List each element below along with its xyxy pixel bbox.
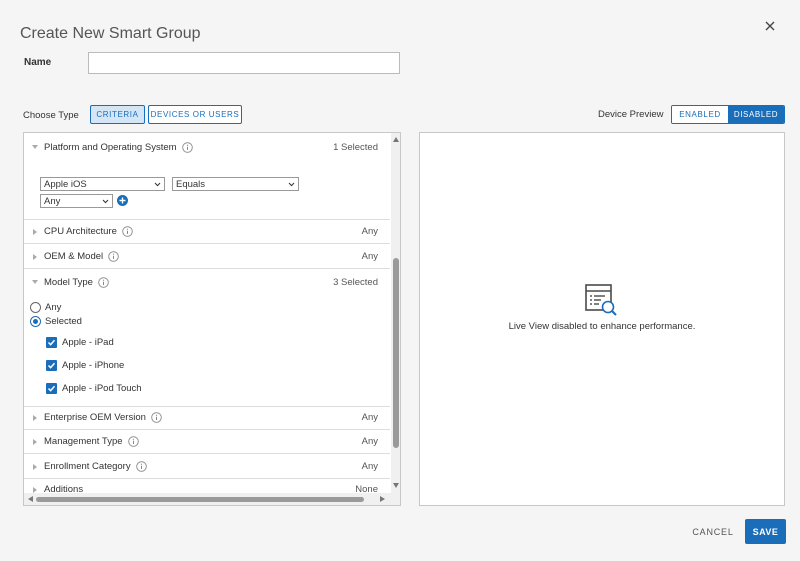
- chevron-right-icon: [33, 228, 37, 235]
- checkbox-ipod-touch[interactable]: Apple - iPod Touch: [46, 383, 142, 394]
- chevron-right-icon: [33, 414, 37, 421]
- scroll-left-icon[interactable]: [28, 496, 33, 502]
- radio-label: Any: [45, 302, 62, 313]
- device-preview-label: Device Preview: [598, 109, 664, 120]
- scroll-right-icon[interactable]: [380, 496, 385, 502]
- operator-select-value: Equals: [176, 178, 206, 190]
- scroll-down-icon[interactable]: [393, 483, 399, 488]
- criteria-label: Management Type: [44, 436, 123, 447]
- os-select[interactable]: Apple iOS: [40, 177, 165, 191]
- info-icon[interactable]: [127, 436, 139, 447]
- name-label: Name: [24, 57, 52, 68]
- radio-button[interactable]: [30, 316, 41, 327]
- check-icon: [47, 362, 56, 369]
- radio-label: Selected: [45, 316, 82, 327]
- list-search-icon: [585, 284, 617, 316]
- criteria-enrollment-category[interactable]: Enrollment Category Any: [24, 455, 390, 479]
- chevron-down-icon: [32, 280, 38, 284]
- cancel-button[interactable]: CANCEL: [688, 520, 738, 544]
- info-icon[interactable]: [151, 412, 162, 423]
- chevron-right-icon: [33, 253, 37, 260]
- chevron-right-icon: [33, 463, 37, 470]
- save-button[interactable]: SAVE: [745, 519, 786, 544]
- version-select[interactable]: Any: [40, 194, 113, 208]
- preview-message: Live View disabled to enhance performanc…: [508, 321, 696, 332]
- info-icon[interactable]: [135, 461, 147, 472]
- scrollbar-thumb[interactable]: [393, 258, 399, 448]
- criteria-value: 1 Selected: [333, 141, 378, 153]
- preview-enabled-button[interactable]: ENABLED: [672, 106, 728, 123]
- close-icon[interactable]: [762, 18, 778, 34]
- radio-button[interactable]: [30, 302, 41, 313]
- criteria-model-type[interactable]: Model Type 3 Selected: [24, 270, 390, 294]
- device-preview-toggle: ENABLED DISABLED: [671, 105, 785, 124]
- criteria-value: Any: [361, 251, 378, 262]
- info-icon[interactable]: [122, 226, 133, 237]
- operator-select[interactable]: Equals: [172, 177, 299, 191]
- choose-type-label: Choose Type: [23, 110, 79, 121]
- check-icon: [47, 385, 56, 392]
- checkbox-label: Apple - iPhone: [62, 360, 125, 371]
- preview-disabled-button[interactable]: DISABLED: [728, 106, 784, 123]
- chevron-down-icon: [288, 182, 295, 187]
- check-icon: [47, 339, 56, 346]
- os-select-value: Apple iOS: [44, 178, 87, 190]
- device-preview-panel: Live View disabled to enhance performanc…: [419, 132, 785, 506]
- criteria-value: 3 Selected: [333, 276, 378, 288]
- criteria-value: Any: [361, 226, 378, 237]
- info-icon[interactable]: [108, 251, 119, 262]
- scroll-up-icon[interactable]: [393, 137, 399, 142]
- chevron-down-icon: [32, 145, 38, 149]
- checkbox-label: Apple - iPod Touch: [62, 383, 142, 394]
- checkbox-ipad[interactable]: Apple - iPad: [46, 337, 114, 348]
- criteria-button[interactable]: CRITERIA: [90, 105, 145, 124]
- info-icon[interactable]: [98, 276, 109, 288]
- vertical-scrollbar[interactable]: [391, 133, 400, 493]
- chevron-right-icon: [33, 438, 37, 445]
- name-input[interactable]: [88, 52, 400, 74]
- criteria-label: OEM & Model: [44, 251, 104, 262]
- checkbox[interactable]: [46, 383, 57, 394]
- version-select-value: Any: [44, 195, 61, 207]
- radio-selected[interactable]: Selected: [30, 316, 82, 327]
- criteria-oem-model[interactable]: OEM & Model Any: [24, 245, 390, 269]
- criteria-value: Any: [361, 461, 378, 472]
- horizontal-scrollbar[interactable]: [24, 493, 400, 505]
- criteria-label: Enterprise OEM Version: [44, 412, 146, 423]
- criteria-management-type[interactable]: Management Type Any: [24, 430, 390, 454]
- scrollbar-thumb[interactable]: [36, 497, 364, 502]
- checkbox-label: Apple - iPad: [62, 337, 114, 348]
- criteria-label: Model Type: [44, 276, 93, 288]
- add-icon[interactable]: [117, 195, 128, 206]
- criteria-value: Any: [361, 412, 378, 423]
- checkbox[interactable]: [46, 360, 57, 371]
- checkbox-iphone[interactable]: Apple - iPhone: [46, 360, 124, 371]
- criteria-enterprise-oem-version[interactable]: Enterprise OEM Version Any: [24, 406, 390, 430]
- checkbox[interactable]: [46, 337, 57, 348]
- chevron-down-icon: [154, 182, 161, 187]
- info-icon[interactable]: [181, 141, 193, 153]
- radio-any[interactable]: Any: [30, 302, 61, 313]
- devices-or-users-button[interactable]: DEVICES OR USERS: [148, 105, 242, 124]
- criteria-value: Any: [361, 436, 378, 447]
- dialog-title: Create New Smart Group: [20, 25, 201, 42]
- criteria-panel: Platform and Operating System 1 Selected…: [23, 132, 401, 506]
- criteria-label: CPU Architecture: [44, 226, 117, 237]
- criteria-label: Platform and Operating System: [44, 141, 177, 153]
- criteria-cpu-architecture[interactable]: CPU Architecture Any: [24, 220, 390, 244]
- criteria-platform-os[interactable]: Platform and Operating System 1 Selected: [24, 135, 390, 159]
- criteria-label: Enrollment Category: [44, 461, 131, 472]
- chevron-down-icon: [102, 199, 109, 204]
